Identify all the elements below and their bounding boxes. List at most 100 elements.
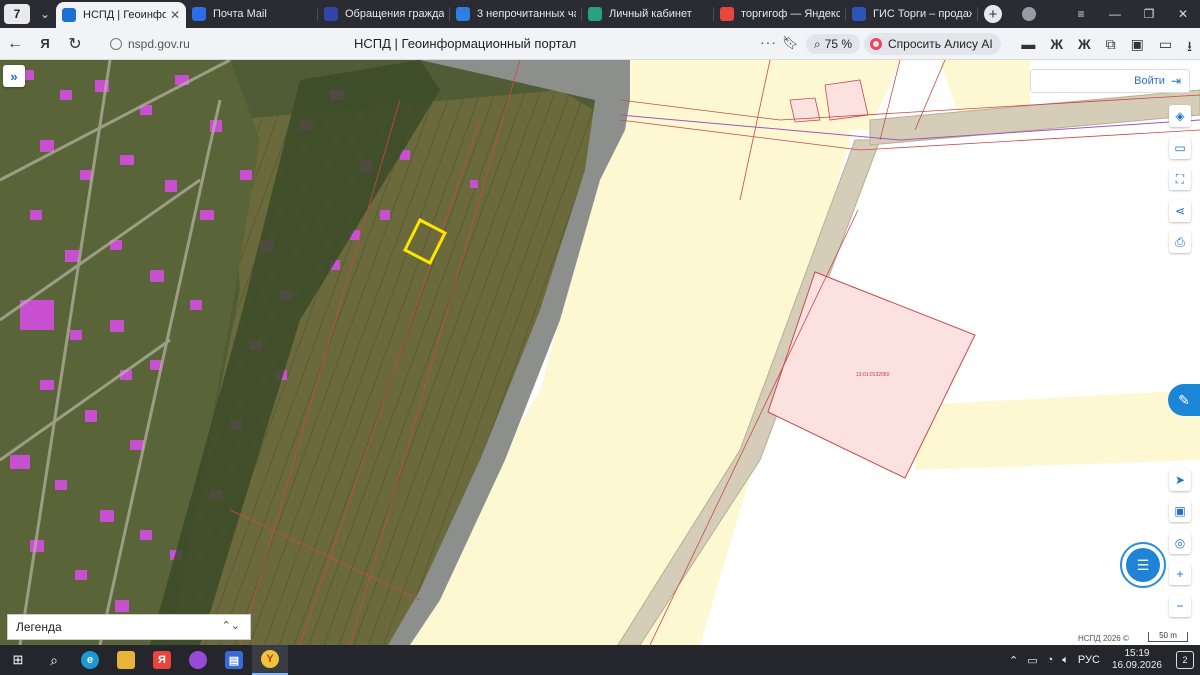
downloads-icon[interactable]: ⭳ [1187, 36, 1192, 60]
browser-tab[interactable]: 3 непрочитанных чат [450, 0, 582, 28]
new-tab-button[interactable]: + [984, 5, 1002, 23]
support-chat-button[interactable]: ☰ [1120, 542, 1166, 588]
browser-logo-icon[interactable]: 7 [4, 4, 30, 24]
menu-icon[interactable]: ≡ [1064, 7, 1098, 21]
zoom-search-icon: ⌕ [814, 36, 821, 51]
minimize-button[interactable]: — [1098, 7, 1132, 21]
show-hidden-icons-chevron-icon[interactable]: ⌃ [1009, 654, 1018, 667]
tab-title: Личный кабинет [609, 8, 692, 20]
cabinet-icon [588, 7, 602, 21]
edge-icon[interactable]: e [72, 645, 108, 675]
url-field[interactable]: nspd.gov.ru НСПД | Геоинформационный пор… [100, 31, 800, 57]
browser-tab[interactable]: ГИС Торги – продажа [846, 0, 978, 28]
window-controls: ≡ — ❐ ✕ [1022, 0, 1200, 28]
collections-icon[interactable]: ▣ [1131, 36, 1144, 60]
page-title: НСПД | Геоинформационный портал [354, 36, 577, 51]
map-canvas[interactable] [0, 60, 1200, 645]
coat-of-arms-icon [324, 7, 338, 21]
extension-x-icon[interactable]: Ж [1078, 36, 1091, 60]
login-button[interactable]: Войти ⇥ [1030, 69, 1190, 93]
tab-title: торгигоф — Яндекс: н [741, 8, 840, 20]
zoom-in-button[interactable]: + [1169, 563, 1191, 585]
minimap-icon[interactable]: ▣ [1169, 500, 1191, 522]
legend-toggle-icon: ⌃⌄ [221, 620, 240, 632]
close-tab-icon[interactable]: ✕ [170, 8, 180, 22]
clock-date: 16.09.2026 [1111, 660, 1162, 671]
tab-title: ГИС Торги – продажа [873, 8, 972, 20]
locate-icon[interactable]: ➤ [1169, 469, 1191, 491]
chat-icon [456, 7, 470, 21]
extensions-puzzle-icon[interactable]: ⧉ [1106, 36, 1116, 60]
zoom-out-button[interactable]: − [1169, 595, 1191, 617]
windows-start-icon[interactable]: ⊞ [0, 645, 36, 675]
more-options-icon[interactable]: ··· [760, 34, 777, 50]
mail-icon [192, 7, 206, 21]
yandex-home-icon[interactable]: Я [30, 36, 60, 51]
bookmark-icon[interactable]: 🔖︎ [782, 35, 799, 51]
map-scale-bar: 50 m [1148, 632, 1188, 642]
system-tray: ⌃ ▭ ◔ 🔈︎ РУС 15:19 16.09.2026 2 [1000, 645, 1194, 675]
alice-icon [870, 38, 882, 50]
browser-tab[interactable]: Почта Mail [186, 0, 318, 28]
login-icon: ⇥ [1170, 74, 1181, 88]
browser-tab[interactable]: Обращения граждан [318, 0, 450, 28]
tab-strip: НСПД | Геоинформ ✕ Почта Mail Обращения гра… [56, 0, 978, 28]
tab-separator [977, 7, 978, 21]
url-text[interactable]: nspd.gov.ru [128, 37, 190, 51]
volume-icon[interactable]: 🔈︎ [1062, 654, 1069, 667]
reading-list-icon[interactable]: ▭ [1159, 36, 1172, 60]
map-view[interactable]: 13:01:0132050 » Войти ⇥ ◈ ▭ ⛶ ⋖ ⎙ ✎ ➤ ▣ … [0, 60, 1200, 645]
yandex-taskbar-active-icon[interactable]: Y [252, 645, 288, 675]
wifi-icon[interactable]: ◔ [1047, 654, 1054, 666]
back-arrow-icon[interactable]: ← [0, 35, 30, 53]
tab-title: Почта Mail [213, 8, 267, 20]
legend-label: Легенда [16, 620, 62, 634]
tab-title: 3 непрочитанных чат [477, 8, 576, 20]
tab-list-chevron-icon[interactable]: ⌄ [34, 4, 56, 24]
help-chat-icon[interactable]: ✎ [1168, 384, 1200, 416]
search-icon[interactable]: ⌕ [36, 645, 72, 675]
browser-tab[interactable]: торгигоф — Яндекс: н [714, 0, 846, 28]
vpn-icon[interactable]: ▬ [1021, 36, 1035, 60]
parcel-number-label[interactable]: 13:01:0132050 [856, 372, 889, 378]
file-explorer-icon[interactable] [108, 645, 144, 675]
document-app-icon[interactable]: ▤ [216, 645, 252, 675]
geo-search-icon[interactable]: ◎ [1169, 532, 1191, 554]
print-icon[interactable]: ⎙ [1169, 231, 1191, 253]
language-indicator[interactable]: РУС [1078, 654, 1100, 666]
extension-k-icon[interactable]: Ж [1050, 36, 1063, 60]
clock-time: 15:19 [1124, 648, 1150, 659]
profile-avatar-icon[interactable] [1022, 7, 1036, 21]
browser-tab-bar: 7 ⌄ НСПД | Геоинформ ✕ Почта Mail Обращения… [0, 0, 1200, 28]
share-icon[interactable]: ⋖ [1169, 200, 1191, 222]
site-info-icon[interactable] [110, 38, 122, 50]
notification-count: 2 [1182, 655, 1188, 665]
network-icon[interactable]: ▭ [1027, 654, 1037, 667]
restore-button[interactable]: ❐ [1132, 7, 1166, 21]
ask-alice-button[interactable]: Спросить Алису AI [864, 33, 1001, 55]
browser-tab[interactable]: Личный кабинет [582, 0, 714, 28]
ruler-icon[interactable]: ▭ [1169, 137, 1191, 159]
zoom-indicator[interactable]: ⌕ 75 % [806, 34, 861, 54]
zoom-level: 75 % [824, 37, 853, 51]
legend-dropdown[interactable]: Легенда ⌃⌄ [7, 614, 251, 640]
nspd-icon [62, 8, 76, 22]
yandex-icon [720, 7, 734, 21]
map-copyright: НСПД 2026 © [1078, 634, 1129, 643]
browser-toolbar: ▬ Ж Ж ⧉ ▣ ▭ ⭳ [1021, 36, 1192, 60]
tab-title: НСПД | Геоинформ [83, 9, 166, 21]
notifications-icon[interactable]: 2 [1176, 651, 1194, 669]
browser-tab[interactable]: НСПД | Геоинформ ✕ [56, 2, 186, 28]
yandex-browser-icon[interactable]: Я [144, 645, 180, 675]
area-select-icon[interactable]: ⛶ [1169, 168, 1191, 190]
reload-icon[interactable]: ↻ [60, 34, 90, 54]
layers-icon[interactable]: ◈ [1169, 105, 1191, 127]
app-gem-icon[interactable] [180, 645, 216, 675]
expand-panel-button[interactable]: » [3, 65, 25, 87]
system-clock[interactable]: 15:19 16.09.2026 [1112, 648, 1162, 672]
chat-bubble-icon: ☰ [1126, 548, 1160, 582]
close-window-button[interactable]: ✕ [1166, 7, 1200, 21]
tab-title: Обращения граждан [345, 8, 444, 20]
ask-alice-label: Спросить Алису AI [888, 37, 993, 51]
gis-icon [852, 7, 866, 21]
